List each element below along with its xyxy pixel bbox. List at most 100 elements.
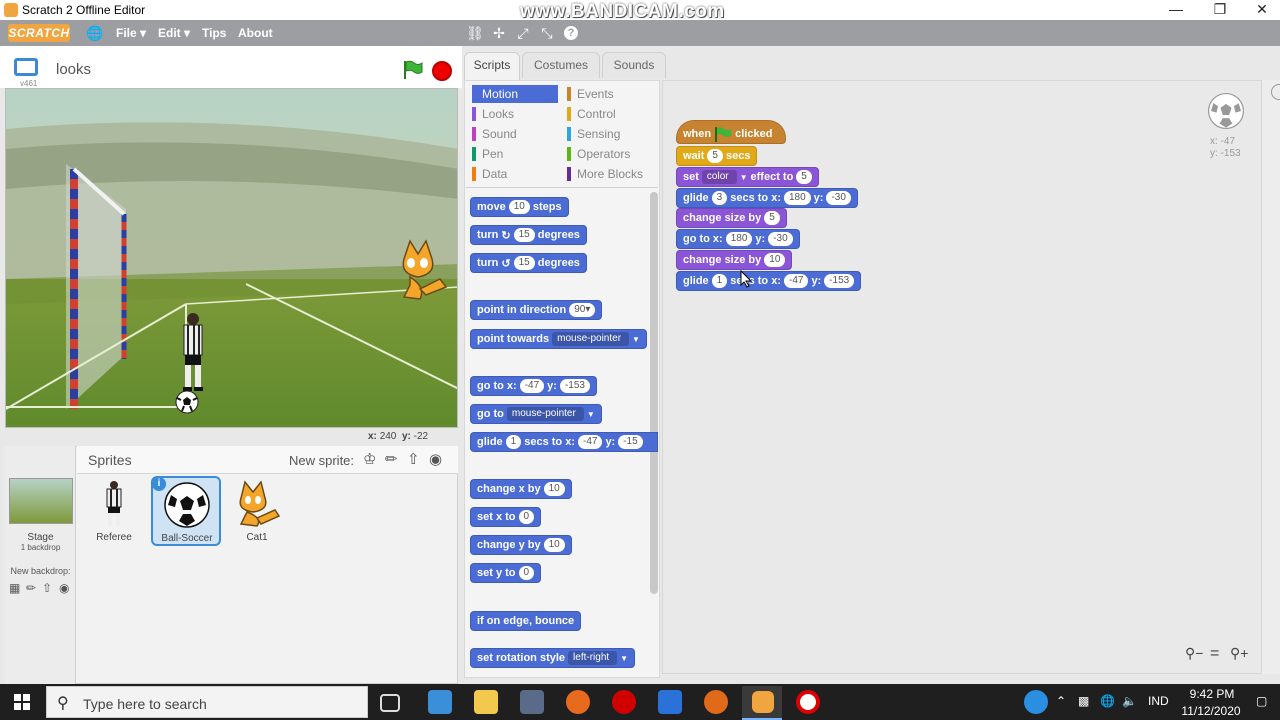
scripts-scrollbar[interactable] bbox=[1262, 80, 1280, 674]
block-point-towards[interactable]: point towards mouse-pointer ▼ bbox=[470, 329, 647, 349]
shrink-tool-icon[interactable]: ⤡ bbox=[538, 24, 556, 42]
paint-backdrop-icon[interactable]: ✏ bbox=[26, 582, 40, 594]
tab-sounds[interactable]: Sounds bbox=[602, 52, 666, 78]
file-explorer-icon[interactable] bbox=[474, 690, 498, 714]
taskbar-search[interactable]: ⚲ Type here to search bbox=[46, 686, 368, 718]
menu-file[interactable]: File ▾ bbox=[116, 26, 146, 40]
help-icon[interactable]: ? bbox=[564, 26, 578, 40]
current-sprite-thumbnail bbox=[1207, 92, 1245, 130]
sprite-tile-ball-soccer[interactable]: i Ball-Soccer bbox=[151, 476, 221, 546]
stop-button[interactable] bbox=[432, 61, 452, 81]
category-data[interactable]: Data bbox=[472, 165, 562, 183]
chevron-up-icon[interactable]: ⌃ bbox=[1056, 694, 1066, 708]
sprite-library-icon[interactable]: ♔ bbox=[363, 450, 376, 468]
block-change-size-1[interactable]: change size by 5 bbox=[676, 208, 787, 228]
opera-icon[interactable] bbox=[612, 690, 636, 714]
block-when-flag-clicked[interactable]: when clicked bbox=[676, 120, 786, 144]
word-icon[interactable] bbox=[658, 690, 682, 714]
zoom-out-icon[interactable]: ⚲− bbox=[1185, 645, 1203, 662]
volume-icon[interactable]: 🔈 bbox=[1122, 694, 1137, 708]
fullscreen-icon[interactable] bbox=[14, 58, 38, 76]
globe-tray-icon[interactable]: 🌐 bbox=[1100, 694, 1115, 708]
green-flag-icon[interactable] bbox=[402, 60, 424, 80]
block-move-steps[interactable]: move 10 steps bbox=[470, 197, 569, 217]
block-change-size-2[interactable]: change size by 10 bbox=[676, 250, 793, 270]
project-name-field[interactable]: looks bbox=[56, 61, 91, 78]
duplicate-tool-icon[interactable]: ⛓ bbox=[466, 24, 484, 42]
block-wait-secs[interactable]: wait 5 secs bbox=[676, 146, 758, 166]
sprites-header: Sprites New sprite: ♔ ✏ ⇧ ◉ bbox=[77, 446, 458, 474]
block-go-to[interactable]: go to mouse-pointer ▼ bbox=[470, 404, 602, 424]
paint-sprite-icon[interactable]: ✏ bbox=[385, 450, 398, 468]
minimize-button[interactable]: — bbox=[1154, 0, 1198, 20]
block-if-on-edge-bounce[interactable]: if on edge, bounce bbox=[470, 611, 582, 631]
block-go-to-xy-1[interactable]: go to x: 180 y: -30 bbox=[676, 229, 800, 249]
notifications-icon[interactable]: ▢ bbox=[1256, 694, 1267, 708]
media-player-icon[interactable] bbox=[704, 690, 728, 714]
close-button[interactable]: ✕ bbox=[1240, 0, 1280, 20]
firefox-icon[interactable] bbox=[566, 690, 590, 714]
block-turn-right[interactable]: turn ↻ 15 degrees bbox=[470, 225, 587, 245]
sprite-tile-cat1[interactable]: Cat1 bbox=[223, 476, 291, 544]
grow-tool-icon[interactable]: ⤢ bbox=[514, 24, 532, 42]
maximize-button[interactable]: ❐ bbox=[1198, 0, 1242, 20]
block-glide[interactable]: glide 1 secs to x: -47 y: -15 bbox=[470, 432, 658, 452]
network-icon[interactable]: ▩ bbox=[1078, 694, 1089, 708]
language-indicator[interactable]: IND bbox=[1148, 694, 1169, 708]
block-glide-1[interactable]: glide 3 secs to x: 180 y: -30 bbox=[676, 188, 858, 208]
category-operators[interactable]: Operators bbox=[567, 145, 657, 163]
update-tray-icon[interactable] bbox=[1024, 690, 1048, 714]
block-set-rotation-style[interactable]: set rotation style left-right ▼ bbox=[470, 648, 636, 668]
globe-icon[interactable]: 🌐 bbox=[86, 24, 104, 42]
menu-about[interactable]: About bbox=[238, 26, 273, 40]
category-pen[interactable]: Pen bbox=[472, 145, 562, 163]
block-set-y[interactable]: set y to 0 bbox=[470, 563, 542, 583]
block-change-y[interactable]: change y by 10 bbox=[470, 535, 572, 555]
tab-scripts[interactable]: Scripts bbox=[464, 52, 520, 80]
category-sound[interactable]: Sound bbox=[472, 125, 562, 143]
stage-header: looks v461 bbox=[0, 46, 462, 88]
store-icon[interactable] bbox=[428, 690, 452, 714]
delete-tool-icon[interactable]: ✢ bbox=[490, 24, 508, 42]
category-events[interactable]: Events bbox=[567, 85, 657, 103]
block-set-effect[interactable]: set color ▼ effect to 5 bbox=[676, 167, 819, 187]
block-turn-left[interactable]: turn ↺ 15 degrees bbox=[470, 253, 587, 273]
scratch-taskbar-button[interactable] bbox=[742, 686, 782, 720]
block-go-to-xy[interactable]: go to x: -47 y: -153 bbox=[470, 376, 597, 396]
clock-time[interactable]: 9:42 PM bbox=[1180, 687, 1244, 701]
stage-canvas[interactable] bbox=[5, 88, 458, 428]
ball-thumbnail bbox=[164, 482, 210, 528]
camera-backdrop-icon[interactable]: ◉ bbox=[59, 582, 73, 594]
menu-edit[interactable]: Edit ▾ bbox=[158, 26, 190, 40]
backdrop-library-icon[interactable]: ▦ bbox=[9, 582, 23, 594]
block-change-x[interactable]: change x by 10 bbox=[470, 479, 572, 499]
windows-start-icon[interactable] bbox=[14, 694, 30, 710]
tab-costumes[interactable]: Costumes bbox=[522, 52, 600, 78]
camera-sprite-icon[interactable]: ◉ bbox=[429, 450, 442, 468]
upload-backdrop-icon[interactable]: ⇧ bbox=[42, 582, 56, 594]
camera-app-icon[interactable] bbox=[520, 690, 544, 714]
upload-sprite-icon[interactable]: ⇧ bbox=[407, 450, 420, 468]
category-motion[interactable]: Motion bbox=[472, 85, 558, 103]
block-point-in-direction[interactable]: point in direction 90▾ bbox=[470, 300, 603, 320]
info-icon[interactable]: i bbox=[152, 477, 166, 491]
block-glide-2[interactable]: glide 1 secs to x: -47 y: -153 bbox=[676, 271, 862, 291]
palette-scrollbar[interactable] bbox=[650, 192, 658, 594]
zoom-reset-icon[interactable]: = bbox=[1210, 645, 1219, 663]
bandicam-record-icon[interactable] bbox=[796, 690, 820, 714]
menu-tips[interactable]: Tips bbox=[202, 26, 226, 40]
category-sensing[interactable]: Sensing bbox=[567, 125, 657, 143]
category-looks[interactable]: Looks bbox=[472, 105, 562, 123]
scroll-handle[interactable] bbox=[1271, 84, 1280, 100]
block-set-x[interactable]: set x to 0 bbox=[470, 507, 542, 527]
category-control[interactable]: Control bbox=[567, 105, 657, 123]
clock-date[interactable]: 11/12/2020 bbox=[1176, 704, 1246, 718]
ball-soccer-sprite[interactable] bbox=[175, 390, 199, 414]
zoom-in-icon[interactable]: ⚲+ bbox=[1230, 645, 1248, 662]
sprite-tile-referee[interactable]: Referee bbox=[80, 476, 148, 544]
sprite-name: Ball-Soccer bbox=[161, 533, 213, 544]
scratch-logo[interactable]: SCRATCH bbox=[8, 24, 70, 42]
category-more-blocks[interactable]: More Blocks bbox=[567, 165, 657, 183]
stage-thumbnail[interactable] bbox=[9, 478, 73, 524]
task-view-icon[interactable] bbox=[380, 694, 400, 712]
